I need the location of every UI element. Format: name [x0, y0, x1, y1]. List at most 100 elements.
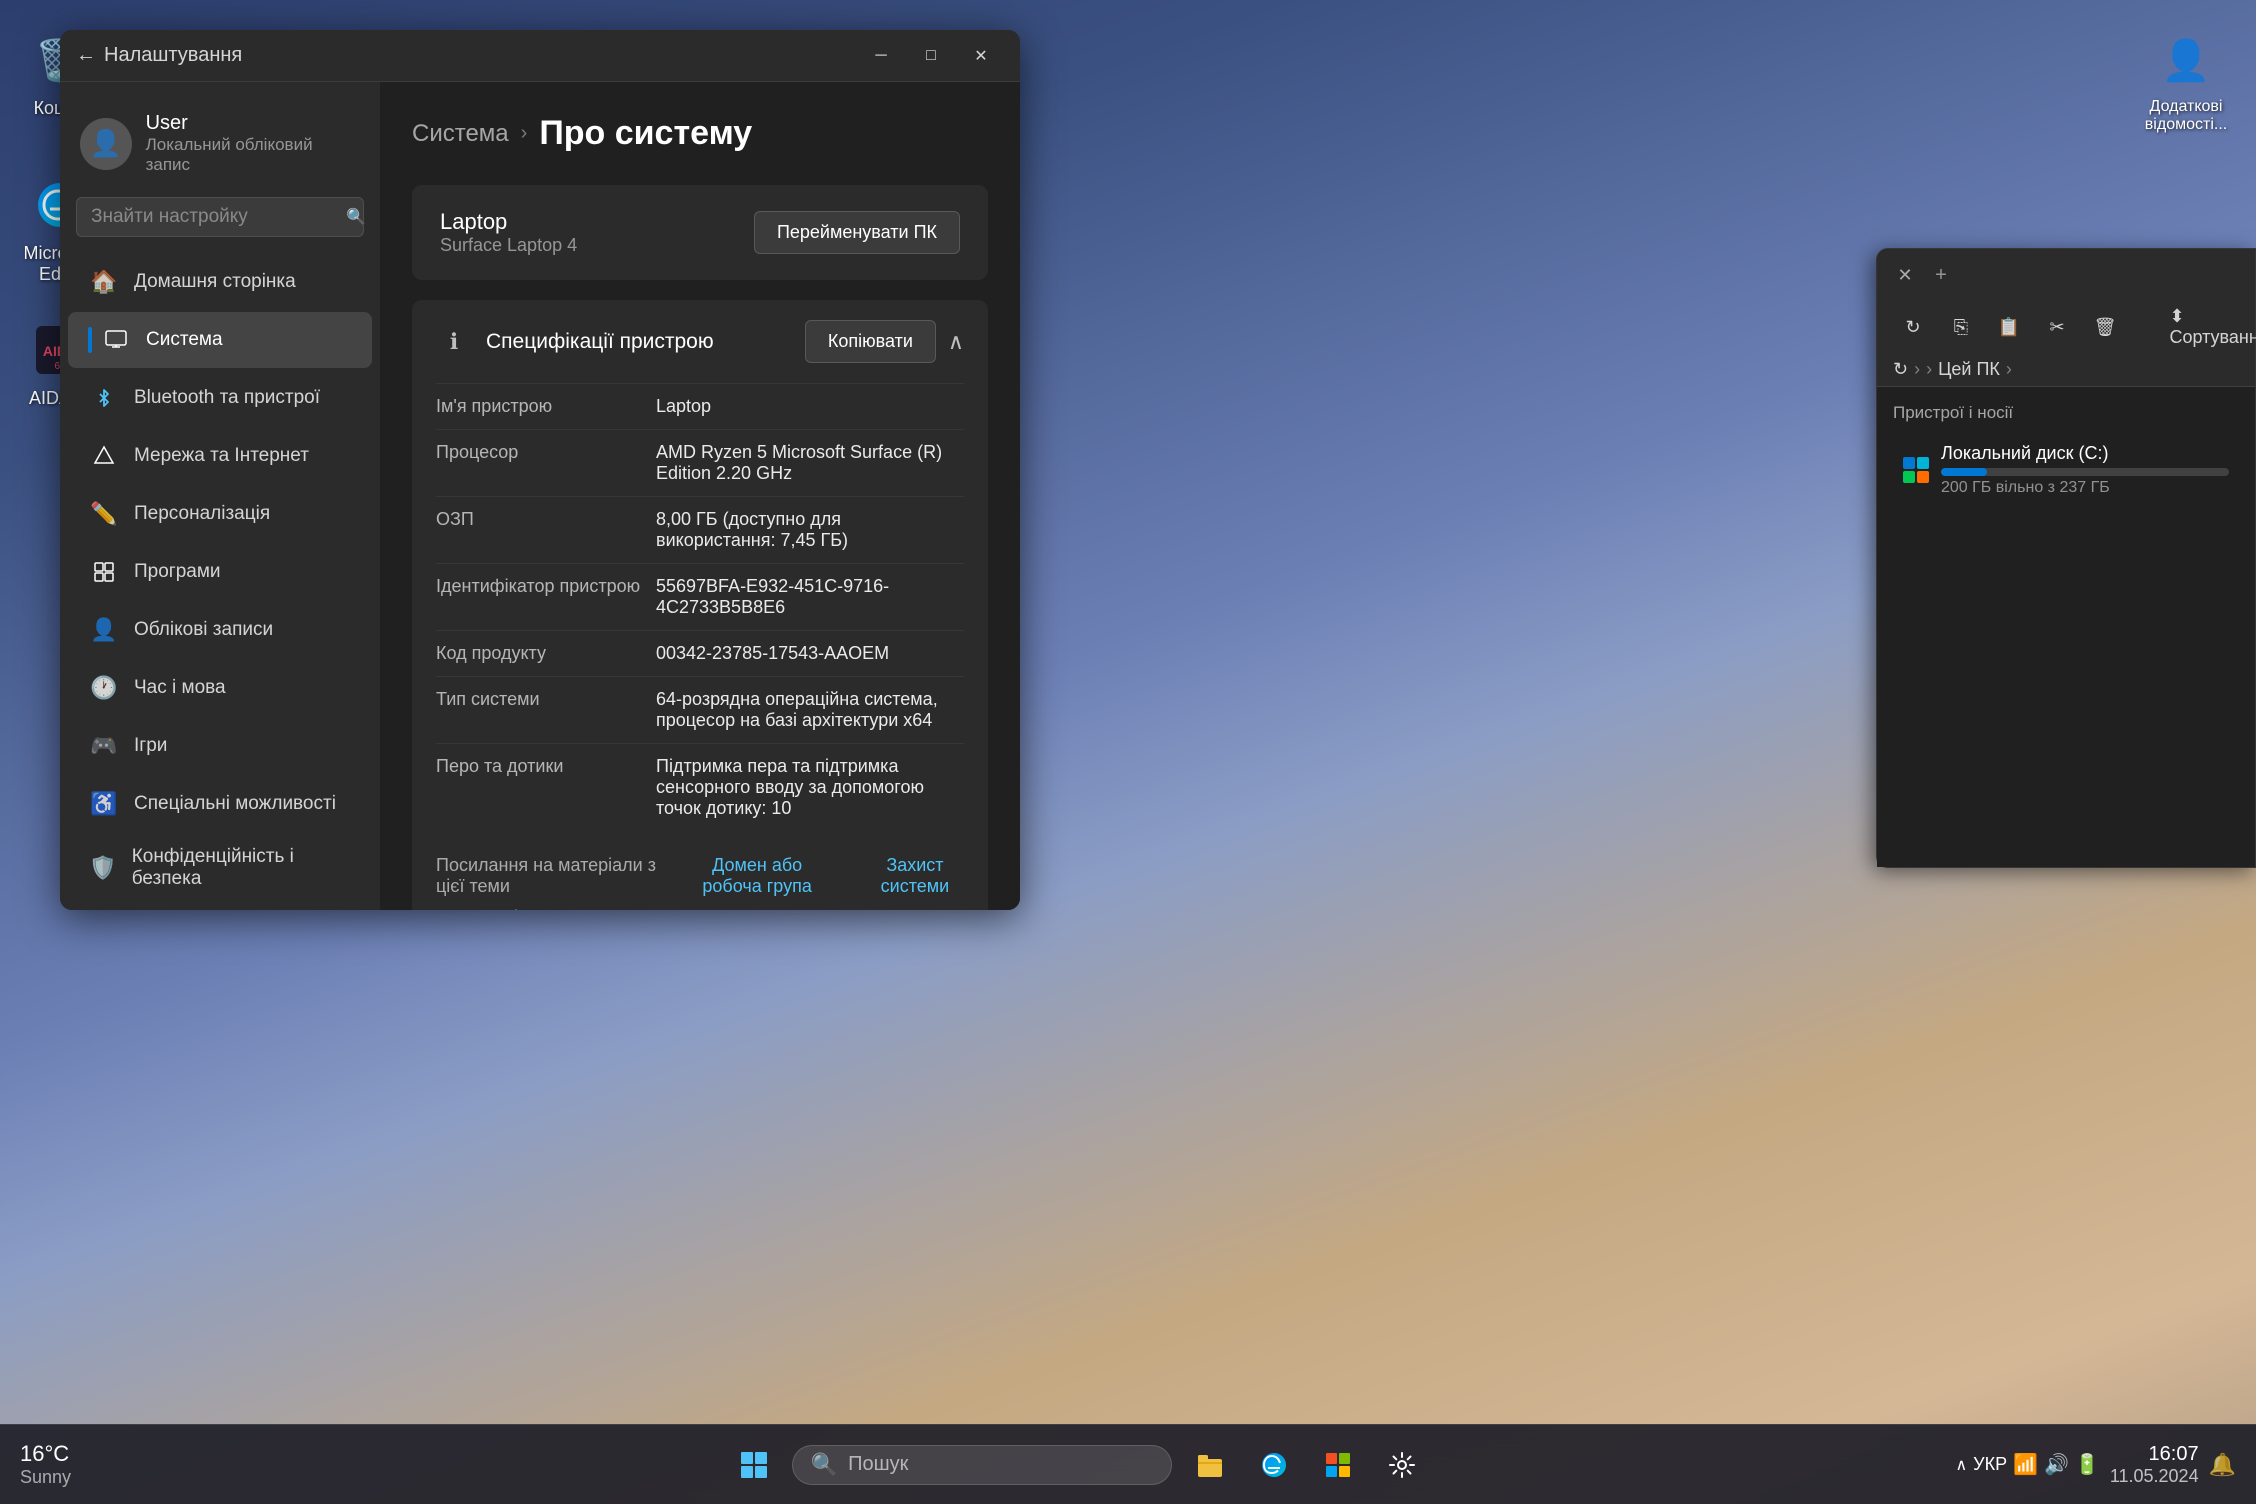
sidebar-item-windows-update[interactable]: Windows Update [68, 904, 372, 910]
tray-chevron[interactable]: ∧ [1955, 1455, 1967, 1475]
sidebar-item-gaming[interactable]: 🎮 Ігри [68, 718, 372, 774]
device-model: Surface Laptop 4 [440, 235, 577, 256]
spec-row-system-type: Тип системи 64-розрядна операційна систе… [436, 676, 964, 743]
spec-row-product-code: Код продукту 00342-23785-17543-AAOEM [436, 630, 964, 676]
volume-icon[interactable]: 🔊 [2044, 1452, 2069, 1477]
taskbar-file-explorer[interactable] [1184, 1439, 1236, 1491]
taskbar-store[interactable] [1312, 1439, 1364, 1491]
time-display: 16:07 [2110, 1443, 2199, 1466]
sidebar-search[interactable]: 🔍 [76, 197, 364, 237]
network-icon [88, 440, 120, 472]
sidebar-item-network[interactable]: Мережа та Інтернет [68, 428, 372, 484]
bluetooth-icon [88, 382, 120, 414]
sidebar-apps-label: Програми [134, 561, 221, 583]
links-row: Посилання на матеріали з цієї теми Домен… [436, 855, 964, 897]
sidebar-gaming-label: Ігри [134, 735, 167, 757]
wifi-icon[interactable]: 📶 [2013, 1452, 2038, 1477]
additional-icon: 👤 [2154, 28, 2218, 92]
spec-row-cpu: Процесор AMD Ryzen 5 Microsoft Surface (… [436, 429, 964, 496]
weather-widget[interactable]: 16°C Sunny [20, 1441, 71, 1488]
drive-icon [1903, 457, 1929, 483]
breadcrumb-parent[interactable]: Система [412, 120, 509, 148]
close-button[interactable]: ✕ [958, 38, 1004, 74]
spec-row-device-id: Ідентифікатор пристрою 55697BFA-E932-451… [436, 563, 964, 630]
file-explorer-address: ↻ › › Цей ПК › [1877, 353, 2255, 387]
drive-info: Локальний диск (C:) 200 ГБ вільно з 237 … [1941, 443, 2229, 497]
this-pc-label[interactable]: Цей ПК [1938, 359, 2000, 380]
cut-button[interactable]: ✂ [2037, 309, 2077, 345]
user-profile[interactable]: 👤 User Локальний обліковий запис [60, 98, 380, 189]
advanced-settings-link[interactable]: Додаткові налаштування системи [436, 907, 718, 910]
device-specs-body: Ім'я пристрою Laptop Процесор AMD Ryzen … [412, 383, 988, 855]
drive-progress-bar [1941, 468, 2229, 476]
sidebar-item-apps[interactable]: Програми [68, 544, 372, 600]
taskbar-search[interactable]: 🔍 Пошук [792, 1445, 1172, 1485]
notification-icon[interactable]: 🔔 [2209, 1452, 2236, 1478]
sidebar-item-time[interactable]: 🕐 Час і мова [68, 660, 372, 716]
spec-header-left: ℹ Специфікації пристрою [436, 324, 714, 360]
c-drive[interactable]: Локальний диск (C:) 200 ГБ вільно з 237 … [1893, 433, 2239, 507]
drive-name: Локальний диск (C:) [1941, 443, 2229, 464]
minimize-button[interactable]: ─ [858, 38, 904, 74]
spec-header-right: Копіювати ∧ [805, 320, 964, 363]
sidebar-item-accounts[interactable]: 👤 Облікові записи [68, 602, 372, 658]
settings-titlebar: ← Налаштування ─ □ ✕ [60, 30, 1020, 82]
device-spec-title: Специфікації пристрою [486, 330, 714, 354]
taskbar-settings[interactable] [1376, 1439, 1428, 1491]
file-explorer-window: ✕ + ↻ ⎘ 📋 ✂ 🗑 ⬍ Сортування ↻ › › Цей ПК … [1876, 248, 2256, 868]
additional-label: Додаткові відомості... [2144, 98, 2228, 134]
sidebar-item-personalization[interactable]: ✏️ Персоналізація [68, 486, 372, 542]
clock[interactable]: 16:07 11.05.2024 [2110, 1443, 2199, 1487]
active-indicator [88, 327, 92, 353]
links-label: Посилання на матеріали з цієї теми [436, 855, 660, 897]
time-icon: 🕐 [88, 672, 120, 704]
device-name: Laptop [440, 209, 577, 235]
desktop-icon-additional[interactable]: 👤 Додаткові відомості... [2136, 20, 2236, 142]
refresh-icon[interactable]: ↻ [1893, 359, 1908, 380]
file-explorer-toolbar: ↻ ⎘ 📋 ✂ 🗑 ⬍ Сортування [1877, 301, 2255, 353]
spec-label-ram: ОЗП [436, 509, 656, 551]
battery-icon[interactable]: 🔋 [2075, 1452, 2100, 1477]
maximize-button[interactable]: □ [908, 38, 954, 74]
spec-value-pen: Підтримка пера та підтримка сенсорного в… [656, 756, 964, 819]
links-area: Посилання на матеріали з цієї теми Домен… [412, 855, 988, 910]
personalization-icon: ✏️ [88, 498, 120, 530]
sidebar-item-accessibility[interactable]: ♿ Спеціальні можливості [68, 776, 372, 832]
file-explorer-new-tab[interactable]: + [1929, 263, 1953, 287]
paste-button[interactable]: 📋 [1989, 309, 2029, 345]
delete-button[interactable]: 🗑 [2085, 309, 2125, 345]
titlebar-nav: ← Налаштування [76, 44, 242, 67]
sort-button[interactable]: ⬍ Сортування [2199, 309, 2239, 345]
spec-label-device-id: Ідентифікатор пристрою [436, 576, 656, 618]
taskbar-edge[interactable] [1248, 1439, 1300, 1491]
sidebar-item-system[interactable]: Система [68, 312, 372, 368]
back-button[interactable]: ← Налаштування [76, 44, 242, 67]
sidebar-privacy-label: Конфіденційність і безпека [132, 846, 352, 890]
advanced-link-row: Додаткові налаштування системи [436, 907, 964, 910]
rename-pc-button[interactable]: Перейменувати ПК [754, 211, 960, 254]
search-input[interactable] [91, 206, 336, 228]
start-button[interactable] [728, 1439, 780, 1491]
gaming-icon: 🎮 [88, 730, 120, 762]
sidebar-item-bluetooth[interactable]: Bluetooth та пристрої [68, 370, 372, 426]
accounts-icon: 👤 [88, 614, 120, 646]
device-specs-header[interactable]: ℹ Специфікації пристрою Копіювати ∧ [412, 300, 988, 383]
privacy-icon: 🛡️ [88, 852, 118, 884]
sidebar-item-home[interactable]: 🏠 Домашня сторінка [68, 254, 372, 310]
titlebar-title: Налаштування [104, 44, 242, 67]
copy-device-specs-button[interactable]: Копіювати [805, 320, 936, 363]
copy-button[interactable]: ⎘ [1941, 309, 1981, 345]
file-explorer-close[interactable]: ✕ [1893, 263, 1917, 287]
desktop: 🗑️ Кошик Microsoft Edge AIDA [0, 0, 2256, 1504]
tray-language[interactable]: УКР [1973, 1454, 2007, 1475]
domain-link[interactable]: Домен або робоча група [680, 855, 834, 897]
file-explorer-titlebar: ✕ + [1877, 249, 2255, 301]
collapse-device-icon[interactable]: ∧ [948, 329, 964, 355]
refresh-button[interactable]: ↻ [1893, 309, 1933, 345]
taskbar: 16°C Sunny 🔍 Пошук [0, 1424, 2256, 1504]
search-icon: 🔍 [346, 207, 366, 227]
system-protection-link[interactable]: Захист системи [866, 855, 964, 897]
settings-window: ← Налаштування ─ □ ✕ 👤 User Локальний об… [60, 30, 1020, 910]
spec-label-pen: Перо та дотики [436, 756, 656, 819]
sidebar-item-privacy[interactable]: 🛡️ Конфіденційність і безпека [68, 834, 372, 902]
